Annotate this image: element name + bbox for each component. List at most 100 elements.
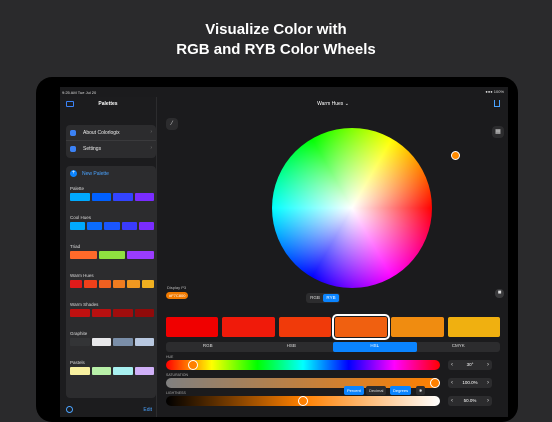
- format-decimal[interactable]: Decimal: [366, 386, 387, 395]
- model-rgb[interactable]: RGB: [166, 342, 250, 352]
- sidebar-title: Palettes: [98, 101, 118, 107]
- status-bar: 9:25 AM Tue Jul 20 ●●● 100%: [60, 87, 508, 97]
- sidebar: Palettes About Colorlogix › Settings › +…: [60, 97, 157, 417]
- palette-item[interactable]: Triad: [70, 244, 155, 259]
- palette-swatch: [121, 222, 137, 230]
- new-palette-button[interactable]: + New Palette: [70, 170, 109, 177]
- slider-track[interactable]: [166, 360, 440, 370]
- palette-swatch: [70, 193, 90, 201]
- new-palette-label: New Palette: [82, 170, 109, 177]
- color-model-segment: RGB HSB HSL CMYK: [166, 342, 500, 352]
- palette-swatch: [141, 280, 154, 288]
- shade-swatch[interactable]: [278, 317, 331, 337]
- palette-item[interactable]: Pastels: [70, 360, 154, 375]
- palette-swatches: [70, 193, 154, 201]
- chevron-right-icon[interactable]: ›: [487, 361, 489, 369]
- square-icon: ■: [497, 290, 502, 296]
- palette-item[interactable]: Graphite: [70, 331, 154, 346]
- value-stepper[interactable]: ‹ 30° ›: [448, 360, 492, 370]
- palette-swatch: [127, 251, 155, 259]
- format-settings-button[interactable]: ✱: [416, 386, 426, 395]
- grid-icon: ▦: [495, 129, 501, 135]
- sidebar-header: Palettes: [60, 97, 156, 115]
- palette-item[interactable]: Palette: [70, 186, 154, 201]
- wheel-mode-ryb[interactable]: RYB: [323, 294, 339, 302]
- plus-icon: +: [70, 170, 77, 177]
- palette-swatches: [70, 280, 154, 288]
- palette-name: Cool Hues: [70, 215, 92, 220]
- palette-name: Warm Shades: [70, 302, 99, 307]
- value-stepper[interactable]: ‹ 50.0% ›: [448, 396, 492, 406]
- palette-item[interactable]: Warm Hues: [70, 273, 154, 288]
- color-space-label: Display P3: [167, 285, 187, 290]
- model-hsl[interactable]: HSL: [333, 342, 417, 352]
- shade-swatch[interactable]: [447, 317, 500, 337]
- ipad-frame: 9:25 AM Tue Jul 20 ●●● 100% Palettes Abo…: [36, 77, 518, 422]
- model-cmyk[interactable]: CMYK: [417, 342, 501, 352]
- settings-icon[interactable]: [66, 406, 73, 413]
- format-degrees[interactable]: Degrees: [390, 386, 412, 395]
- stepper-value: 50.0%: [463, 398, 477, 403]
- color-wheel-handle[interactable]: [451, 151, 460, 160]
- edit-button[interactable]: Edit: [143, 407, 152, 413]
- gear-icon: [70, 146, 76, 152]
- stepper-value: 30°: [466, 362, 474, 367]
- value-stepper[interactable]: ‹ 100.0% ›: [448, 378, 492, 388]
- hex-value-chip[interactable]: #F7C800: [166, 292, 189, 299]
- format-percent[interactable]: Percent: [344, 386, 364, 395]
- shade-swatch[interactable]: [166, 317, 219, 337]
- status-system: ●●● 100%: [485, 89, 504, 94]
- palette-swatch: [113, 309, 133, 317]
- sidebar-footer: Edit: [60, 403, 156, 417]
- slider-thumb[interactable]: [430, 378, 440, 388]
- slider-label: HUE: [166, 355, 174, 359]
- slider-thumb[interactable]: [187, 360, 198, 370]
- palette-title-dropdown[interactable]: Warm Hues ⌄: [158, 101, 508, 107]
- headline: Visualize Color with RGB and RYB Color W…: [0, 20, 552, 60]
- palette-swatch: [113, 367, 133, 375]
- palette-swatch: [113, 193, 133, 201]
- main-panel: Warm Hues ⌄ ⁄ ▦ Display P3 #F7C800 RGB R…: [158, 97, 508, 417]
- eyedropper-button[interactable]: ⁄: [166, 118, 178, 130]
- headline-line-2: RGB and RYB Color Wheels: [176, 41, 376, 58]
- menu-item-label: Settings: [83, 146, 102, 152]
- menu-item-about[interactable]: About Colorlogix ›: [66, 125, 156, 141]
- shade-swatch[interactable]: [222, 317, 275, 337]
- menu-item-settings[interactable]: Settings ›: [66, 141, 156, 157]
- palette-swatch: [112, 280, 126, 288]
- palette-name: Triad: [70, 244, 81, 249]
- grid-view-button[interactable]: ▦: [492, 126, 504, 138]
- palette-swatch: [70, 280, 83, 288]
- main-header: Warm Hues ⌄: [158, 97, 508, 115]
- palette-swatch: [87, 222, 103, 230]
- model-hsb[interactable]: HSB: [250, 342, 334, 352]
- chevron-right-icon: ›: [150, 129, 152, 135]
- palette-item[interactable]: Cool Hues: [70, 215, 155, 230]
- add-color-button[interactable]: ■: [495, 289, 504, 298]
- wheel-mode-rgb[interactable]: RGB: [307, 294, 323, 302]
- wheel-mode-segment: RGB RYB: [306, 293, 340, 303]
- palette-swatch: [70, 338, 90, 346]
- eyedropper-icon: ⁄: [171, 121, 173, 127]
- palette-swatch: [113, 338, 133, 346]
- palette-swatch: [91, 338, 111, 346]
- palette-swatch: [70, 367, 90, 375]
- chevron-right-icon[interactable]: ›: [487, 397, 489, 405]
- palette-swatches: [70, 309, 154, 317]
- headline-line-1: Visualize Color with: [205, 21, 347, 38]
- share-icon[interactable]: [494, 100, 500, 107]
- palette-item[interactable]: Warm Shades: [70, 302, 154, 317]
- palette-swatch: [127, 280, 140, 288]
- palette-swatch: [134, 309, 154, 317]
- palette-swatch: [134, 338, 154, 346]
- color-wheel[interactable]: [272, 128, 432, 288]
- palette-swatch: [84, 280, 97, 288]
- chevron-right-icon[interactable]: ›: [487, 379, 489, 387]
- shade-swatch[interactable]: [391, 317, 444, 337]
- slider-thumb[interactable]: [298, 396, 308, 406]
- slider-label: SATURATION: [166, 373, 189, 377]
- palette-swatches: [70, 222, 155, 230]
- palette-swatches: [70, 338, 154, 346]
- shade-swatch[interactable]: [331, 314, 391, 340]
- palette-swatches: [70, 251, 155, 259]
